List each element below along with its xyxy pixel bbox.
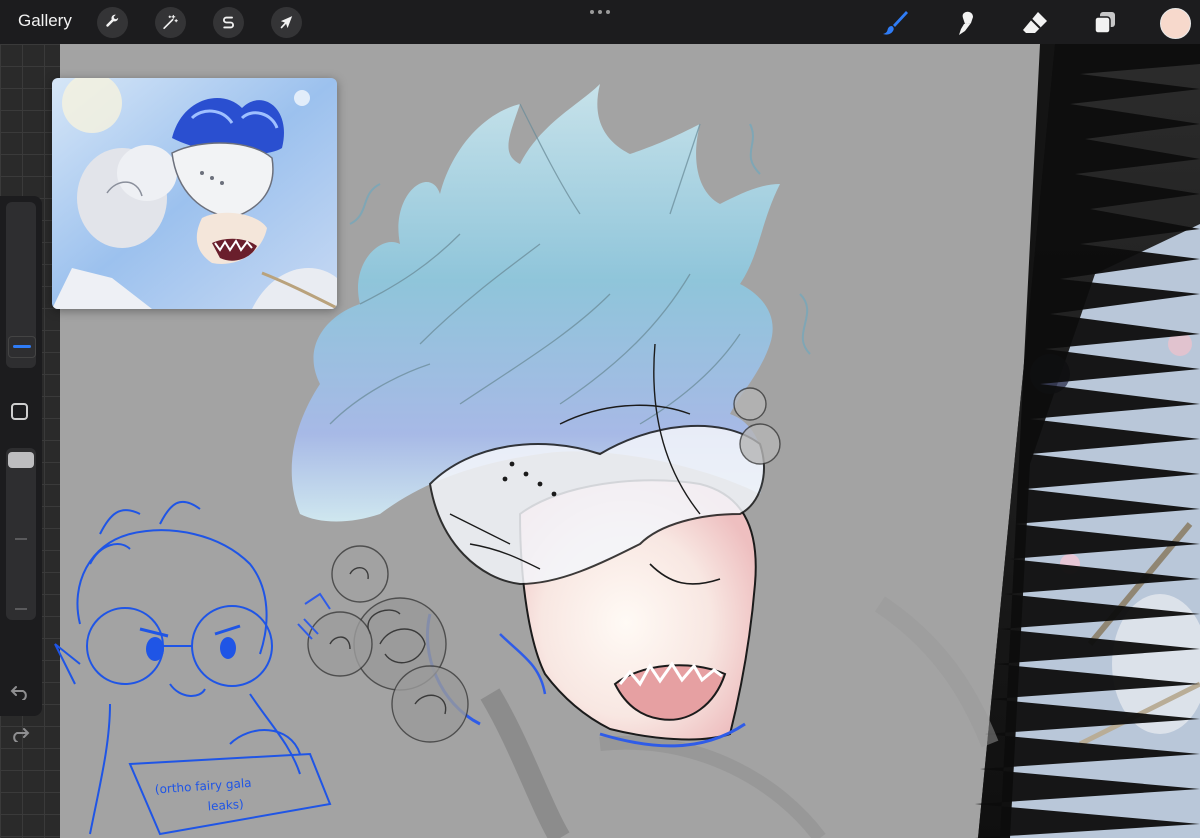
adjustments-button[interactable] xyxy=(155,7,186,38)
more-options-handle[interactable] xyxy=(588,6,612,18)
dot xyxy=(606,10,610,14)
dot xyxy=(598,10,602,14)
redo-icon[interactable] xyxy=(10,726,30,742)
reference-image-window[interactable] xyxy=(52,78,337,309)
sketch-note-line2: leaks) xyxy=(207,797,244,813)
left-sidebar xyxy=(0,196,42,742)
arrow-cursor-icon xyxy=(280,16,293,29)
brush-tool-button[interactable] xyxy=(879,7,911,39)
reference-image xyxy=(52,78,337,309)
wrench-icon xyxy=(106,14,119,27)
gallery-button[interactable]: Gallery xyxy=(18,11,72,31)
top-toolbar: Gallery xyxy=(0,0,1200,44)
brush-size-thumb[interactable] xyxy=(8,336,36,358)
selection-button[interactable] xyxy=(213,7,244,38)
brush-size-indicator xyxy=(13,345,31,348)
layers-icon xyxy=(1094,12,1115,34)
slider-tick xyxy=(15,608,27,610)
opacity-slider[interactable] xyxy=(6,448,36,620)
layers-tool-button[interactable] xyxy=(1089,7,1121,39)
opacity-thumb[interactable] xyxy=(8,452,34,468)
modify-button[interactable] xyxy=(11,403,28,420)
color-picker-swatch[interactable] xyxy=(1160,8,1191,39)
brush-size-slider[interactable] xyxy=(6,202,36,368)
brush-icon xyxy=(883,11,908,35)
slider-tick xyxy=(15,538,27,540)
eraser-tool-button[interactable] xyxy=(1019,7,1051,39)
transform-button[interactable] xyxy=(271,7,302,38)
selection-s-icon xyxy=(223,16,234,29)
drawing-workspace[interactable]: (ortho fairy gala leaks) xyxy=(0,44,1200,838)
undo-icon[interactable] xyxy=(10,684,30,700)
dot xyxy=(590,10,594,14)
actions-button[interactable] xyxy=(97,7,128,38)
smudge-tool-button[interactable] xyxy=(949,7,981,39)
eraser-icon xyxy=(1023,12,1047,33)
magic-wand-icon xyxy=(163,14,178,30)
smudge-icon xyxy=(959,11,973,35)
